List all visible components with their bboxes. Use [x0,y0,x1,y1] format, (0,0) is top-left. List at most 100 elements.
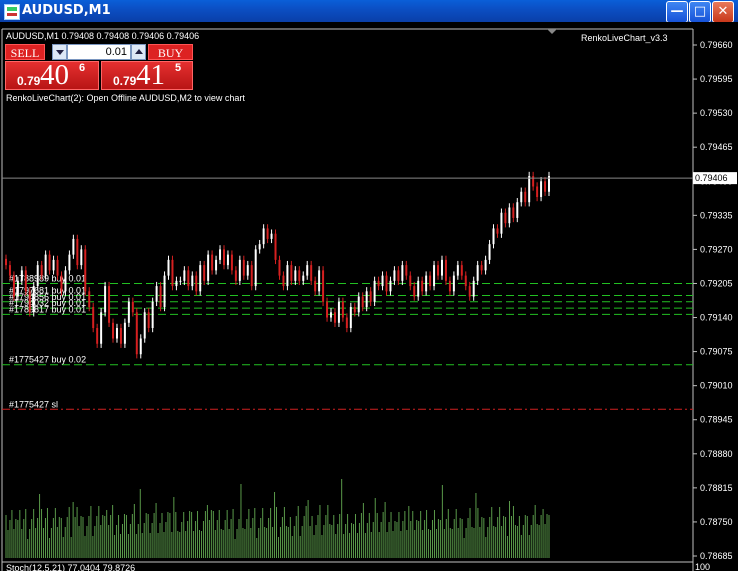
maximize-icon: □ [693,4,707,19]
candle-body [433,265,436,287]
candle-body [242,259,245,276]
candle-body [48,254,51,271]
lot-increase-button[interactable] [131,44,146,60]
candle-body [12,275,15,297]
close-button[interactable]: ✕ [712,1,734,23]
candle-body [155,286,158,302]
candle-body [203,265,206,281]
candle-body [16,280,19,297]
candle-body [425,275,428,292]
candle-body [353,307,356,313]
candle-body [278,259,281,276]
candle-body [429,275,432,287]
candle-body [123,322,126,344]
candle-body [199,265,202,292]
candle-body [294,270,297,281]
candle-body [345,317,348,329]
stoch-label: Stoch(12,5,21) 77.0404 79.8726 [6,563,135,571]
price-tick-label: 0.79205 [700,278,733,288]
candle-body [417,280,420,297]
candle-body [326,301,329,318]
candle-body [36,265,39,287]
candle-body [516,202,519,218]
candle-body [444,259,447,281]
candle-body [76,238,79,266]
candle-body [496,228,499,234]
maximize-button[interactable]: □ [689,1,711,23]
candle-body [32,286,35,313]
candle-body [234,270,237,281]
candle-body [333,312,336,323]
window-title: AUDUSD,M1 [22,3,111,18]
candle-body [119,328,122,344]
sell-price-box[interactable]: 0.79 40 6 [5,59,99,91]
price-tick-label: 0.79270 [700,244,733,254]
candle-body [139,338,142,355]
lot-decrease-button[interactable] [52,44,67,60]
buy-price-prefix: 0.79 [113,74,137,88]
candle-body [409,275,412,287]
chart-window: AUDUSD,M1 — □ ✕ 0.79660 0.79595 0.79530 0.7… [0,0,738,571]
candle-body [397,270,400,281]
candle-body [211,254,214,271]
candle-body [64,270,67,292]
candle-body [544,181,547,192]
candle-body [365,291,368,308]
candle-body [219,249,222,260]
candle-body [524,191,527,203]
candle-body [448,280,451,292]
candle-body [373,280,376,302]
buy-price-pips: 41 [136,59,165,91]
candle-body [401,265,404,281]
candle-body [254,249,257,287]
candle-body [508,207,511,224]
candle-body [389,280,392,292]
candle-body [159,286,162,308]
candle-body [381,275,384,287]
candle-body [270,233,273,239]
candle-body [60,275,63,292]
candle-body [52,259,55,271]
minimize-button[interactable]: — [666,1,688,23]
candle-body [318,270,321,292]
candle-body [24,270,27,292]
price-tick-label: 0.78880 [700,449,733,459]
candle-body [171,259,174,287]
candle-body [246,265,249,276]
candle-body [250,265,253,287]
price-tick-label: 0.79595 [700,74,733,84]
candle-body [108,286,111,323]
candle-body [500,212,503,234]
candle-body [357,296,360,313]
candle-body [28,291,31,313]
candle-body [163,275,166,308]
sell-button[interactable]: SELL [5,44,45,60]
candle-body [540,181,543,197]
candle-body [151,301,154,329]
candle-body [131,301,134,313]
order-label: #1775427 sl [9,399,58,409]
candle-body [536,186,539,197]
candle-body [520,191,523,203]
candle-body [437,265,440,276]
price-tick-label: 0.79660 [700,40,733,50]
candle-body [230,254,233,271]
order-label: #1789817 buy 0.01 [9,304,86,314]
sell-price-prefix: 0.79 [17,74,41,88]
candle-body [405,265,408,276]
buy-button[interactable]: BUY [148,44,193,60]
candle-body [456,265,459,276]
renko-message: RenkoLiveChart(2): Open Offline AUDUSD,M… [6,93,245,103]
candle-body [349,307,352,329]
buy-price-point: 5 [175,62,182,74]
price-chart[interactable]: 0.796600.795950.795300.794650.794000.793… [0,22,738,571]
candle-body [8,265,11,276]
candle-body [330,312,333,318]
candle-body [88,291,91,308]
buy-price-box[interactable]: 0.79 41 5 [101,59,193,91]
lot-size-input[interactable]: 0.01 [67,44,131,60]
candle-body [262,228,265,245]
candle-body [167,259,170,276]
candle-body [314,280,317,292]
title-bar[interactable]: AUDUSD,M1 — □ ✕ [0,0,738,23]
